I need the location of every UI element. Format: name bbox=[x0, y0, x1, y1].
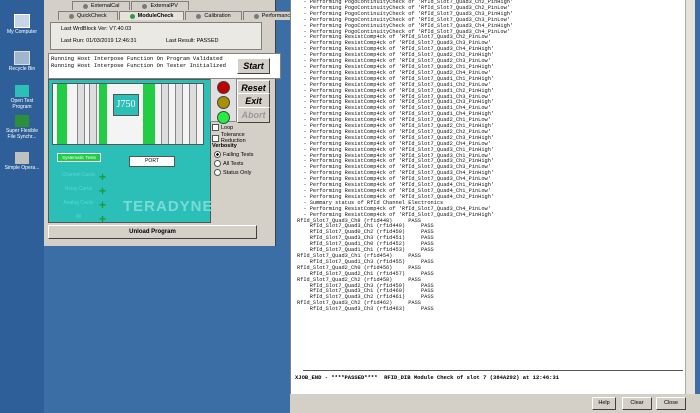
unload-program-button[interactable]: Unload Program bbox=[48, 225, 257, 239]
slot-active bbox=[57, 84, 67, 144]
failing-tests-radio[interactable]: Failing Tests bbox=[214, 151, 253, 158]
desktop-icon-label: Super Flexible File Synchr... bbox=[6, 128, 38, 140]
clear-button[interactable]: Clear bbox=[622, 397, 652, 410]
last-run-panel: Last WrdBlock Ver: V7.40.03 Last Run: 01… bbox=[50, 22, 262, 50]
board-label: J750 bbox=[113, 94, 139, 116]
status-only-radio[interactable]: Status Only bbox=[214, 169, 251, 176]
option-label: Loop bbox=[221, 124, 234, 131]
desktop-icon-label: My Computer bbox=[6, 29, 37, 35]
plus-icon[interactable]: + bbox=[99, 212, 106, 226]
plus-icon[interactable]: + bbox=[99, 184, 106, 198]
status-dot-icon bbox=[83, 3, 88, 9]
green-light-icon bbox=[217, 111, 230, 124]
close-button[interactable]: Close bbox=[656, 397, 686, 410]
application-icon bbox=[15, 152, 29, 164]
checkbox-icon bbox=[212, 124, 219, 131]
checkbox-icon bbox=[212, 134, 219, 142]
tab-label: Calibration bbox=[204, 12, 231, 19]
version-text: Last WrdBlock Ver: V7.40.03 bbox=[61, 26, 132, 32]
tester-board-diagram: J750 Systematic Tests PORT Channel Cards… bbox=[48, 79, 214, 226]
port-box: PORT bbox=[129, 156, 175, 167]
recycle-bin-icon bbox=[14, 51, 30, 65]
computer-icon bbox=[14, 14, 30, 28]
final-status-line: XJOB_END - ****PASSED**** RFID_DIB Modul… bbox=[295, 374, 560, 381]
check-window: ExternalCal ExternalPV QuickCheck Module… bbox=[44, 0, 305, 246]
slot bbox=[89, 84, 97, 144]
slot-active bbox=[143, 84, 155, 144]
abort-button[interactable]: Abort bbox=[237, 107, 270, 123]
tab-row-top: ExternalCal ExternalPV bbox=[72, 1, 190, 10]
status-lights bbox=[210, 78, 237, 124]
slot bbox=[161, 84, 169, 144]
all-label: All bbox=[75, 214, 82, 220]
desktop-icon-label: Open Test Program bbox=[10, 98, 34, 110]
sync-icon bbox=[15, 115, 29, 127]
option-label: Failing Tests bbox=[223, 151, 254, 158]
slot-active bbox=[99, 84, 107, 144]
tab-label: Performance bbox=[261, 12, 294, 19]
tab-externalpv[interactable]: ExternalPV bbox=[131, 1, 189, 10]
log-button-bar: Help Clear Close bbox=[290, 394, 700, 413]
radio-icon bbox=[214, 151, 221, 158]
status-dot-icon bbox=[69, 13, 74, 19]
tab-label: QuickCheck bbox=[77, 12, 107, 19]
last-run-text: Last Run: 01/03/2019 12:46:31 bbox=[61, 38, 137, 44]
red-light-icon bbox=[217, 81, 230, 94]
plus-icons: + + + + bbox=[99, 170, 106, 226]
tab-label: ModuleCheck bbox=[137, 12, 174, 19]
log-text: - Performing PogoContinuityCheck of 'RfI… bbox=[297, 0, 513, 313]
status-dot-icon bbox=[142, 3, 148, 9]
analog-cards-label: Analog Cards bbox=[63, 200, 94, 206]
last-result-text: Last Result: PASSED bbox=[166, 38, 219, 44]
status-dot-icon bbox=[129, 13, 135, 19]
slot bbox=[175, 84, 183, 144]
channel-cards-label: Channel Cards bbox=[61, 172, 96, 178]
help-button[interactable]: Help bbox=[592, 397, 616, 410]
desktop-icon-recycle-bin[interactable]: Recycle Bin bbox=[2, 51, 42, 72]
desktop-icon-file-sync[interactable]: Super Flexible File Synchr... bbox=[2, 115, 42, 140]
loop-checkbox[interactable]: Loop bbox=[212, 124, 233, 131]
slot bbox=[77, 84, 85, 144]
teradyne-logo: TERADYNE bbox=[123, 198, 214, 215]
option-label: Status Only bbox=[223, 169, 252, 176]
desktop-icon-my-computer[interactable]: My Computer bbox=[2, 14, 42, 35]
radio-icon bbox=[214, 169, 221, 176]
plus-icon[interactable]: + bbox=[99, 170, 106, 184]
card-slots: J750 bbox=[52, 83, 204, 145]
vertical-scrollbar[interactable] bbox=[685, 0, 695, 394]
log-separator bbox=[303, 370, 683, 371]
yellow-light-icon bbox=[217, 96, 230, 109]
systematic-tests-tag[interactable]: Systematic Tests bbox=[57, 153, 101, 162]
desktop-icon-label: Simple Opera... bbox=[4, 165, 40, 171]
tab-calibration[interactable]: Calibration bbox=[185, 11, 242, 20]
side-labels: Channel Cards Relay Cards Analog Cards A… bbox=[61, 168, 96, 224]
program-icon bbox=[15, 85, 29, 97]
desktop-icon-open-test-program[interactable]: Open Test Program bbox=[2, 85, 42, 110]
slot bbox=[189, 84, 197, 144]
log-line: RfId_Slot7_Quad3_Ch3 (rfid463) PASS bbox=[297, 306, 434, 313]
status-dot-icon bbox=[253, 13, 259, 19]
option-label: All Tests bbox=[223, 160, 244, 167]
tab-label: ExternalPV bbox=[150, 2, 178, 9]
plus-icon[interactable]: + bbox=[99, 198, 106, 212]
desktop-icon-simple-opera[interactable]: Simple Opera... bbox=[2, 152, 42, 171]
status-dot-icon bbox=[196, 13, 202, 19]
radio-icon bbox=[214, 160, 221, 167]
verbosity-title: Verbosity bbox=[212, 143, 237, 149]
tab-row-main: QuickCheck ModuleCheck Calibration Perfo… bbox=[58, 11, 305, 20]
relay-cards-label: Relay Cards bbox=[64, 186, 93, 192]
tab-externalcal[interactable]: ExternalCal bbox=[72, 1, 131, 10]
tab-quickcheck[interactable]: QuickCheck bbox=[58, 11, 118, 20]
desktop-strip: My Computer Recycle Bin Open Test Progra… bbox=[0, 0, 44, 413]
tab-modulecheck[interactable]: ModuleCheck bbox=[118, 11, 185, 20]
tab-label: ExternalCal bbox=[91, 2, 120, 9]
all-tests-radio[interactable]: All Tests bbox=[214, 160, 243, 167]
start-button[interactable]: Start bbox=[237, 58, 270, 74]
log-window: - Performing PogoContinuityCheck of 'RfI… bbox=[290, 0, 695, 394]
desktop-icon-label: Recycle Bin bbox=[8, 66, 36, 72]
